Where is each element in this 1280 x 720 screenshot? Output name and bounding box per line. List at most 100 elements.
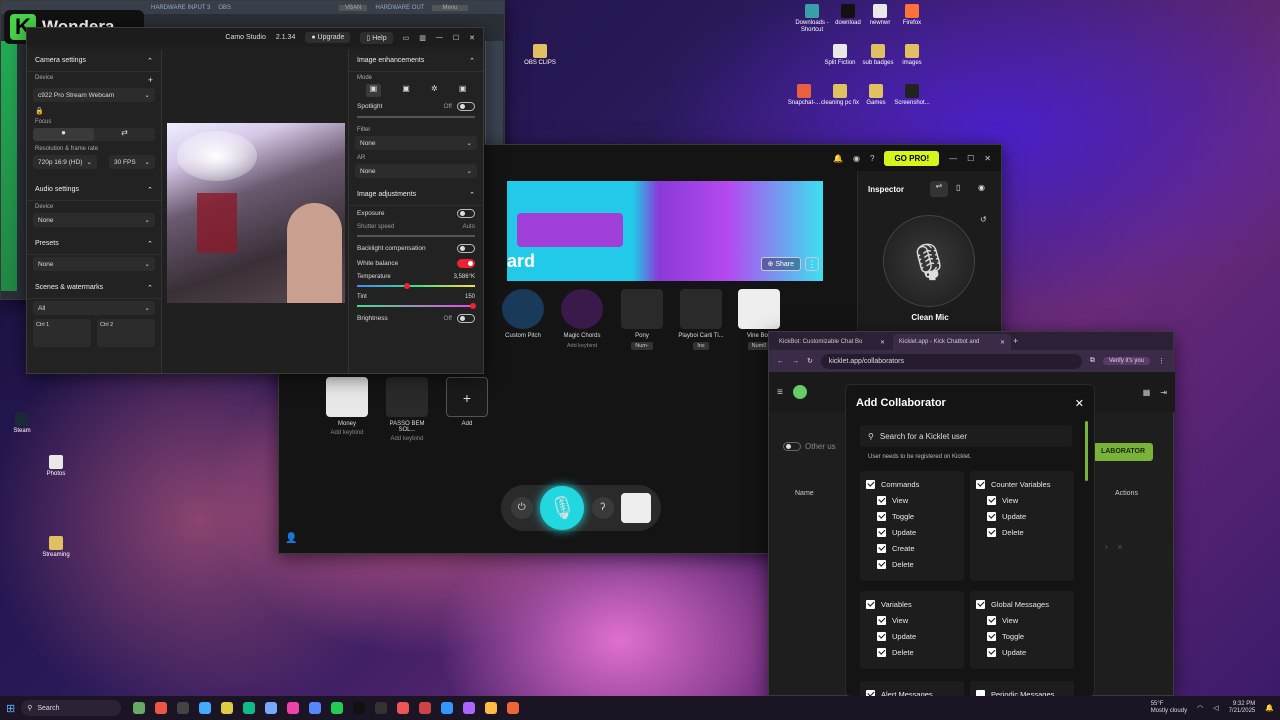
checkbox[interactable]: [877, 543, 886, 553]
checkbox[interactable]: [877, 631, 886, 641]
scene-tile[interactable]: Ctrl 2: [97, 319, 155, 347]
desktop-icon[interactable]: Firefox: [890, 4, 934, 27]
permission-group-header[interactable]: Variables: [866, 596, 958, 612]
mode-bright-icon[interactable]: ▣: [402, 84, 410, 97]
discord-icon[interactable]: ◉: [853, 154, 860, 163]
forward-icon[interactable]: →: [792, 358, 799, 365]
promo-banner[interactable]: ard ⊕ Share ⋮: [507, 181, 823, 281]
book-icon[interactable]: ▯: [956, 183, 960, 192]
backlight-toggle[interactable]: [457, 244, 475, 253]
checkbox[interactable]: [877, 527, 886, 537]
scene-tile[interactable]: Ctrl 1: [33, 319, 91, 347]
spotlight-slider[interactable]: [357, 116, 475, 118]
checkbox[interactable]: [987, 495, 996, 505]
keybind-label[interactable]: Add keybind: [323, 430, 371, 436]
clock[interactable]: 9:32 PM 7/21/2025: [1229, 701, 1256, 714]
notification-icon[interactable]: 🔔: [1265, 704, 1274, 712]
camera-settings-header[interactable]: Camera settings ⌃: [27, 50, 161, 72]
keybind-badge[interactable]: Add keybind: [563, 342, 601, 350]
taskbar-app-icon[interactable]: [265, 702, 278, 714]
scenes-header[interactable]: Scenes & watermarks ⌃: [27, 277, 161, 299]
focus-mode-toggle[interactable]: ● ⇄: [33, 128, 155, 141]
help-icon[interactable]: ?: [870, 154, 874, 163]
keybind-badge[interactable]: Num-: [631, 342, 653, 350]
minimize-icon[interactable]: —: [436, 34, 443, 41]
verify-badge[interactable]: Verify it's you: [1102, 357, 1150, 365]
permission-item[interactable]: View: [976, 492, 1068, 508]
voice-card[interactable]: Playboi Carti Ti... Ins: [677, 289, 725, 350]
search-input[interactable]: ⚲ Search for a Kicklet user: [860, 425, 1072, 447]
keybind-label[interactable]: Add keybind: [383, 436, 431, 442]
weather-widget[interactable]: 55°F Mostly cloudy: [1151, 701, 1187, 714]
taskbar-app-icon[interactable]: [243, 702, 256, 714]
checkbox[interactable]: [877, 615, 886, 625]
add-icon[interactable]: +: [148, 75, 153, 85]
taskbar-app-icon[interactable]: [397, 702, 410, 714]
sound-card[interactable]: + Add: [443, 377, 491, 427]
temperature-slider[interactable]: [357, 283, 475, 289]
permission-item[interactable]: Update: [976, 508, 1068, 524]
taskbar-app-icon[interactable]: [287, 702, 300, 714]
permission-group-header[interactable]: Counter Variables: [976, 476, 1068, 492]
taskbar-search[interactable]: ⚲ Search: [21, 700, 122, 716]
desktop-icon[interactable]: Streaming: [34, 536, 78, 559]
mic-toggle-icon[interactable]: 🎙: [540, 486, 585, 530]
close-icon[interactable]: ✕: [1000, 339, 1005, 346]
checkbox[interactable]: [866, 599, 875, 609]
checkbox[interactable]: [987, 511, 996, 521]
power-icon[interactable]: ⏻: [510, 497, 533, 519]
taskbar-app-icon[interactable]: [221, 702, 234, 714]
resolution-select[interactable]: 720p 16:9 (HD) ⌄: [33, 155, 97, 169]
go-pro-button[interactable]: GO PRO!: [884, 150, 940, 166]
scenes-filter-select[interactable]: All ⌄: [33, 301, 155, 315]
presets-header[interactable]: Presets ⌃: [27, 233, 161, 255]
tint-slider[interactable]: [357, 303, 477, 309]
permission-item[interactable]: Update: [976, 644, 1068, 660]
sliders-icon[interactable]: ⇌: [930, 181, 948, 197]
taskbar-app-icon[interactable]: [375, 702, 388, 714]
permission-item[interactable]: Update: [866, 524, 958, 540]
fps-select[interactable]: 30 FPS ⌄: [109, 155, 155, 169]
desktop-icon[interactable]: Photos: [34, 455, 78, 478]
desktop-icon[interactable]: images: [890, 44, 934, 67]
taskbar-app-icon[interactable]: [463, 702, 476, 714]
slider-thumb[interactable]: [404, 283, 411, 289]
permission-item[interactable]: Toggle: [976, 628, 1068, 644]
image-adjustments-header[interactable]: Image adjustments ⌃: [349, 184, 483, 206]
mode-person-icon[interactable]: ▣: [459, 84, 467, 97]
checkbox[interactable]: [877, 511, 886, 521]
focus-auto-icon[interactable]: ●: [33, 128, 94, 141]
ar-select[interactable]: None ⌄: [355, 164, 477, 178]
hear-myself-icon[interactable]: ʔ: [591, 497, 614, 519]
menu-icon[interactable]: ⋮: [1158, 357, 1165, 365]
wifi-icon[interactable]: ◠: [1197, 704, 1203, 712]
audio-device-select[interactable]: None ⌄: [33, 213, 155, 227]
close-icon[interactable]: ✕: [880, 339, 885, 346]
checkbox[interactable]: [976, 599, 985, 609]
taskbar-app-icon[interactable]: [353, 702, 366, 714]
voice-card[interactable]: Pony Num-: [618, 289, 666, 350]
record-icon[interactable]: ◉: [978, 183, 985, 192]
sound-card[interactable]: PASSO BEM SOL... Add keybind: [383, 377, 431, 442]
taskbar-app-icon[interactable]: [441, 702, 454, 714]
bg-add-button[interactable]: LABORATOR: [1093, 443, 1153, 461]
permission-item[interactable]: View: [866, 612, 958, 628]
checkbox[interactable]: [877, 647, 886, 657]
camo-studio-window[interactable]: Camo Studio 2.1.34 ● Upgrade ▯ Help ▭ ▥ …: [26, 27, 484, 374]
maximize-icon[interactable]: ☐: [967, 154, 974, 163]
extensions-icon[interactable]: ⧉: [1090, 357, 1095, 365]
permission-group-header[interactable]: Global Messages: [976, 596, 1068, 612]
back-icon[interactable]: ←: [777, 358, 784, 365]
close-icon[interactable]: ✕: [1075, 397, 1084, 410]
slider-thumb[interactable]: [470, 303, 477, 309]
new-tab-icon[interactable]: +: [1013, 336, 1018, 346]
permission-group-header[interactable]: Commands: [866, 476, 958, 492]
logout-icon[interactable]: ⇥: [1160, 388, 1167, 397]
tab-kicklet[interactable]: Kicklet.app - Kick Chatbot and ✕: [893, 334, 1011, 350]
brightness-toggle[interactable]: [457, 314, 475, 323]
tab-kickbot[interactable]: KickBot: Customizable Chat Bo ✕: [773, 334, 891, 350]
checkbox[interactable]: [877, 559, 886, 569]
minimize-icon[interactable]: —: [949, 154, 957, 163]
sound-card[interactable]: Money Add keybind: [323, 377, 371, 436]
checkbox[interactable]: [877, 495, 886, 505]
